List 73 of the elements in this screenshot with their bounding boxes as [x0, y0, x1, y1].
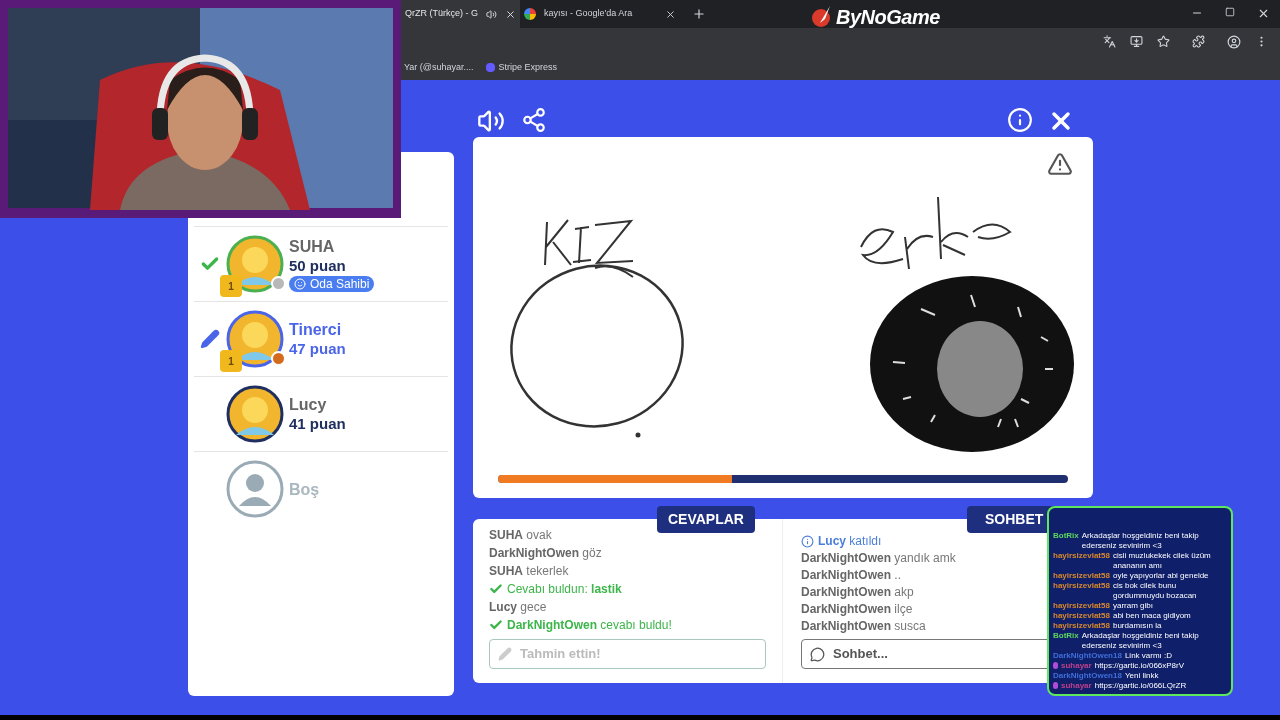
- player-name: Boş: [289, 479, 320, 499]
- chat-text: https://gartic.io/066xP8rV: [1094, 661, 1185, 671]
- owner-badge: Oda Sahibi: [289, 275, 375, 292]
- guess-input[interactable]: Tahmin ettin!: [520, 644, 757, 664]
- bookmark-favicon-icon: [485, 63, 495, 72]
- bookmark-link[interactable]: Yar (@suhayar....: [404, 60, 474, 75]
- player-score: 41 puan: [289, 414, 346, 433]
- browser-tab[interactable]: QrZR (Türkçe) - G: [401, 0, 520, 28]
- chat-username: suhayar: [1061, 681, 1092, 691]
- chat-message: DarkNightOwen ..: [801, 567, 903, 583]
- avatar-icon: [226, 385, 284, 443]
- chat-username: DarkNightOwen18: [1053, 671, 1122, 681]
- check-icon: [489, 582, 503, 596]
- chat-username: hayirsizevlat58: [1053, 601, 1110, 611]
- check-icon: [489, 618, 503, 632]
- chat-text: oyle yapıyorlar abi genelde: [1112, 571, 1209, 581]
- player-score: 50 puan: [289, 255, 347, 275]
- chat-username: hayirsizevlat58: [1053, 551, 1110, 561]
- profile-icon[interactable]: [1227, 34, 1241, 49]
- chat-text: yarram gibı: [1112, 601, 1153, 611]
- chat-message: DarkNightOwen ilçe: [801, 601, 914, 617]
- pencil-icon: [200, 329, 220, 349]
- share-icon[interactable]: [521, 107, 547, 133]
- bookmark-link[interactable]: Stripe Express: [485, 60, 558, 75]
- info-icon: [801, 534, 814, 548]
- warning-icon[interactable]: [1047, 151, 1073, 177]
- chat-username: hayirsizevlat58: [1053, 611, 1110, 621]
- chat-username: hayirsizevlat58: [1053, 621, 1110, 631]
- translate-icon[interactable]: [1103, 35, 1116, 48]
- chat-message: DarkNightOwen susca: [801, 618, 927, 634]
- chat-text: https://gartic.io/066LQrZR: [1094, 681, 1187, 691]
- player-name: SUHA: [289, 236, 336, 256]
- chat-username: BotRix: [1053, 531, 1079, 541]
- info-icon[interactable]: [1007, 107, 1033, 133]
- chat-username: hayirsizevlat58: [1053, 571, 1110, 581]
- correct-message: Cevabı buldun: lastik: [507, 581, 622, 597]
- drawing-canvas[interactable]: [473, 137, 1093, 498]
- trophy-badge: 1: [220, 350, 242, 372]
- extensions-icon[interactable]: [1192, 35, 1205, 48]
- google-icon: [524, 8, 536, 20]
- guess-field[interactable]: Tahmin ettin!: [489, 639, 766, 669]
- chat-text: burdamısın la: [1112, 621, 1162, 631]
- chat-username: suhayar: [1061, 661, 1092, 671]
- new-tab-icon[interactable]: [692, 7, 706, 21]
- maximize-icon[interactable]: [1225, 7, 1235, 17]
- correct-message: DarkNightOwen cevabı buldu!: [507, 617, 672, 633]
- logo: ByNoGame: [836, 5, 940, 30]
- trophy-badge: 1: [220, 275, 242, 297]
- pencil-icon: [498, 647, 512, 661]
- chat-bubble-icon: [810, 646, 825, 662]
- chat-message: DarkNightOwen yandık amk: [801, 550, 957, 566]
- chat-username: BotRix: [1053, 631, 1079, 641]
- chat-text: abi ben maca gidiyom: [1112, 611, 1191, 621]
- chat-message: SUHA tekerlek: [489, 563, 570, 579]
- chat-message: DarkNightOwen akp: [801, 584, 915, 600]
- chat-message: DarkNightOwen göz: [489, 545, 603, 561]
- chat-message: SUHA ovak: [489, 529, 553, 543]
- chat-message: Lucy gece: [489, 599, 548, 615]
- player-score: 47 puan: [289, 339, 346, 358]
- speaker-icon: [486, 8, 497, 20]
- chat-text: Link varmı :D: [1124, 651, 1173, 661]
- bookmark-icon[interactable]: [1157, 35, 1170, 48]
- chat-text: Yeni linkk: [1124, 671, 1159, 681]
- close-icon[interactable]: [1257, 7, 1270, 20]
- install-icon[interactable]: [1130, 35, 1143, 48]
- close-tab-icon[interactable]: [505, 8, 516, 20]
- chat-username: hayirsizevlat58: [1053, 581, 1110, 591]
- close-tab-icon[interactable]: [665, 8, 676, 20]
- answers-tab[interactable]: CEVAPLAR: [657, 506, 755, 533]
- avatar-icon: [226, 460, 284, 518]
- player-name: Lucy: [289, 395, 328, 414]
- system-message: Lucy katıldı: [818, 533, 882, 549]
- player-name: Tinerci: [289, 320, 343, 339]
